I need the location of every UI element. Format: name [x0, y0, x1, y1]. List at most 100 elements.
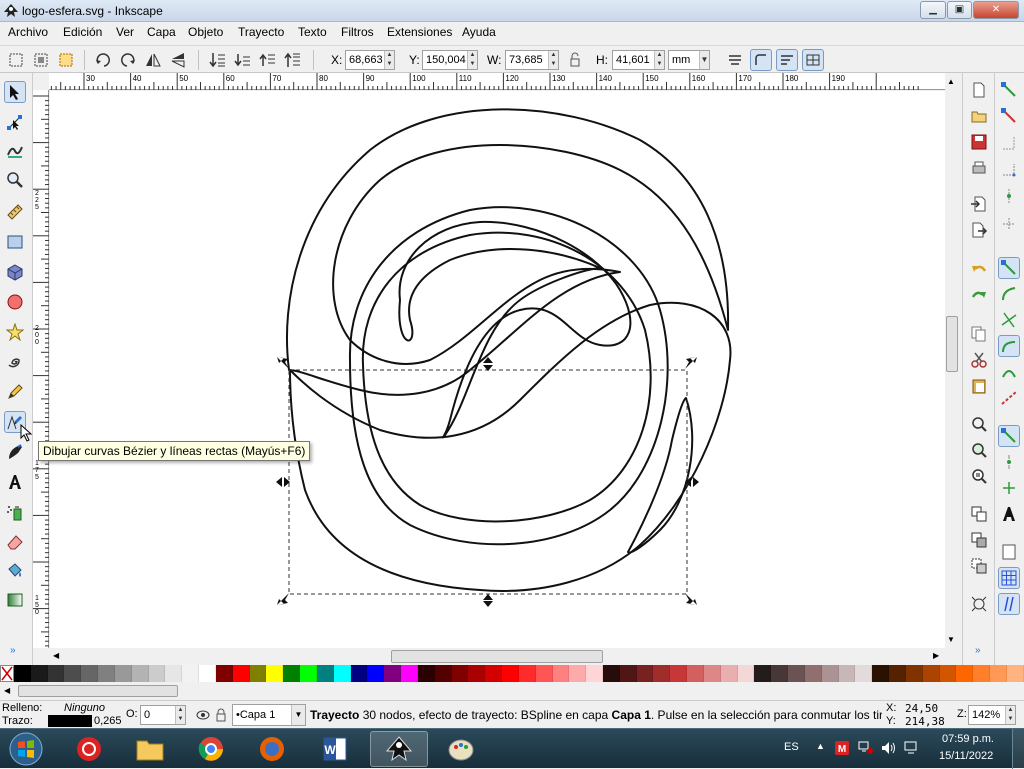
tray-expand-icon[interactable]: ▲ — [816, 741, 825, 751]
app-red-icon[interactable] — [60, 731, 118, 767]
gradient-tool[interactable] — [4, 589, 26, 611]
language-indicator[interactable]: ES — [784, 741, 799, 753]
scale-stroke-icon[interactable] — [724, 49, 746, 71]
menu-extensiones[interactable]: Extensiones — [387, 25, 452, 39]
color-swatch[interactable] — [889, 665, 906, 682]
paint-bucket-tool[interactable] — [4, 559, 26, 581]
lower-to-bottom-icon[interactable] — [207, 49, 229, 71]
color-swatch[interactable] — [232, 665, 250, 682]
no-paint-swatch[interactable] — [0, 665, 14, 682]
unlink-clone-icon[interactable] — [968, 555, 990, 577]
firefox-icon[interactable] — [243, 731, 301, 767]
horizontal-scroll-thumb[interactable] — [391, 650, 603, 663]
snap-bbox-icon[interactable] — [998, 105, 1020, 127]
print-icon[interactable] — [968, 157, 990, 179]
color-swatch[interactable] — [939, 665, 957, 682]
menu-edicion[interactable]: Edición — [63, 25, 102, 39]
color-swatch[interactable] — [182, 665, 200, 682]
y-input[interactable]: 150,004 ▲ ▼ — [422, 50, 478, 70]
menu-texto[interactable]: Texto — [298, 25, 327, 39]
menu-ver[interactable]: Ver — [116, 25, 134, 39]
color-swatch[interactable] — [81, 665, 99, 682]
scale-corners-icon[interactable] — [750, 49, 772, 71]
snap-enable-icon[interactable] — [998, 79, 1020, 101]
drawing-canvas[interactable] — [50, 91, 945, 648]
color-swatch[interactable] — [687, 665, 704, 682]
snap-text-baseline-icon[interactable] — [998, 503, 1020, 525]
handle-ne[interactable] — [685, 357, 697, 369]
color-swatch[interactable] — [249, 665, 267, 682]
snap-bbox-edge-icon[interactable] — [998, 133, 1020, 155]
color-swatch[interactable] — [905, 665, 923, 682]
color-swatch[interactable] — [737, 665, 755, 682]
color-swatch[interactable] — [788, 665, 805, 682]
scroll-up-icon[interactable]: ▲ — [947, 77, 955, 86]
color-swatch[interactable] — [434, 665, 452, 682]
tweak-tool[interactable] — [4, 139, 26, 161]
inner-ring-inner[interactable] — [361, 231, 652, 523]
color-swatch[interactable] — [636, 665, 654, 682]
selector-tool[interactable] — [4, 81, 26, 103]
rotate-ccw-icon[interactable] — [92, 49, 114, 71]
select-all-layers-icon[interactable] — [30, 49, 52, 71]
color-swatch[interactable] — [367, 665, 385, 682]
start-button[interactable] — [4, 730, 48, 768]
cut-icon[interactable] — [968, 349, 990, 371]
color-swatch[interactable] — [401, 665, 418, 682]
lock-ratio-icon[interactable] — [564, 49, 586, 71]
right-crescent-path[interactable] — [627, 397, 694, 554]
x-input[interactable]: 68,663 ▲ ▼ — [345, 50, 395, 70]
h-input[interactable]: 41,601 ▲ ▼ — [612, 50, 665, 70]
undo-icon[interactable] — [968, 259, 990, 281]
palette-scrollbar[interactable]: ◀ — [0, 682, 1024, 700]
snap-bbox-midpoint-icon[interactable] — [998, 185, 1020, 207]
color-swatch[interactable] — [804, 665, 822, 682]
snap-object-center-icon[interactable] — [998, 451, 1020, 473]
horizontal-scrollbar[interactable]: ◀ ▶ — [49, 648, 945, 665]
color-swatch[interactable] — [417, 665, 435, 682]
snap-rotation-center-icon[interactable] — [998, 477, 1020, 499]
color-swatch[interactable] — [552, 665, 570, 682]
chrome-icon[interactable] — [182, 731, 240, 767]
layer-select[interactable]: •Capa 1 ▼ — [232, 704, 306, 726]
color-swatch[interactable] — [30, 665, 48, 682]
color-swatch[interactable] — [602, 665, 620, 682]
open-folder-icon[interactable] — [968, 105, 990, 127]
vertical-scrollbar[interactable]: ▲ ▼ — [945, 73, 959, 648]
color-swatch[interactable] — [619, 665, 637, 682]
w-input[interactable]: 73,685 ▲ ▼ — [505, 50, 559, 70]
handle-s[interactable] — [483, 594, 493, 607]
color-swatch[interactable] — [855, 665, 873, 682]
inner-ring-outer[interactable] — [348, 206, 669, 546]
snap-others-icon[interactable] — [998, 425, 1020, 447]
color-swatch[interactable] — [703, 665, 721, 682]
color-swatch[interactable] — [720, 665, 738, 682]
spray-tool[interactable] — [4, 501, 26, 523]
inkscape-icon[interactable] — [370, 731, 428, 767]
opacity-input[interactable]: 0 ▲ ▼ — [140, 705, 186, 725]
flip-horizontal-icon[interactable] — [142, 49, 164, 71]
color-swatch[interactable] — [518, 665, 536, 682]
menu-capa[interactable]: Capa — [147, 25, 176, 39]
color-swatch[interactable] — [316, 665, 334, 682]
color-swatch[interactable] — [670, 665, 688, 682]
volume-icon[interactable] — [881, 741, 897, 755]
show-desktop-button[interactable] — [1012, 729, 1024, 769]
color-swatch[interactable] — [872, 665, 890, 682]
select-all-icon[interactable] — [5, 49, 27, 71]
export-icon[interactable] — [968, 219, 990, 241]
color-swatch[interactable] — [98, 665, 115, 682]
palette-scroll-left-icon[interactable]: ◀ — [4, 686, 10, 695]
color-swatch[interactable] — [653, 665, 671, 682]
snap-guide-icon[interactable] — [998, 593, 1020, 615]
color-swatch[interactable] — [468, 665, 486, 682]
3dbox-tool[interactable] — [4, 261, 26, 283]
color-swatch[interactable] — [148, 665, 166, 682]
color-swatch[interactable] — [821, 665, 839, 682]
copy-icon[interactable] — [968, 323, 990, 345]
ellipse-tool[interactable] — [4, 291, 26, 313]
color-swatch[interactable] — [131, 665, 149, 682]
color-swatch[interactable] — [14, 665, 31, 682]
menu-objeto[interactable]: Objeto — [188, 25, 223, 39]
text-tool[interactable] — [4, 471, 26, 493]
